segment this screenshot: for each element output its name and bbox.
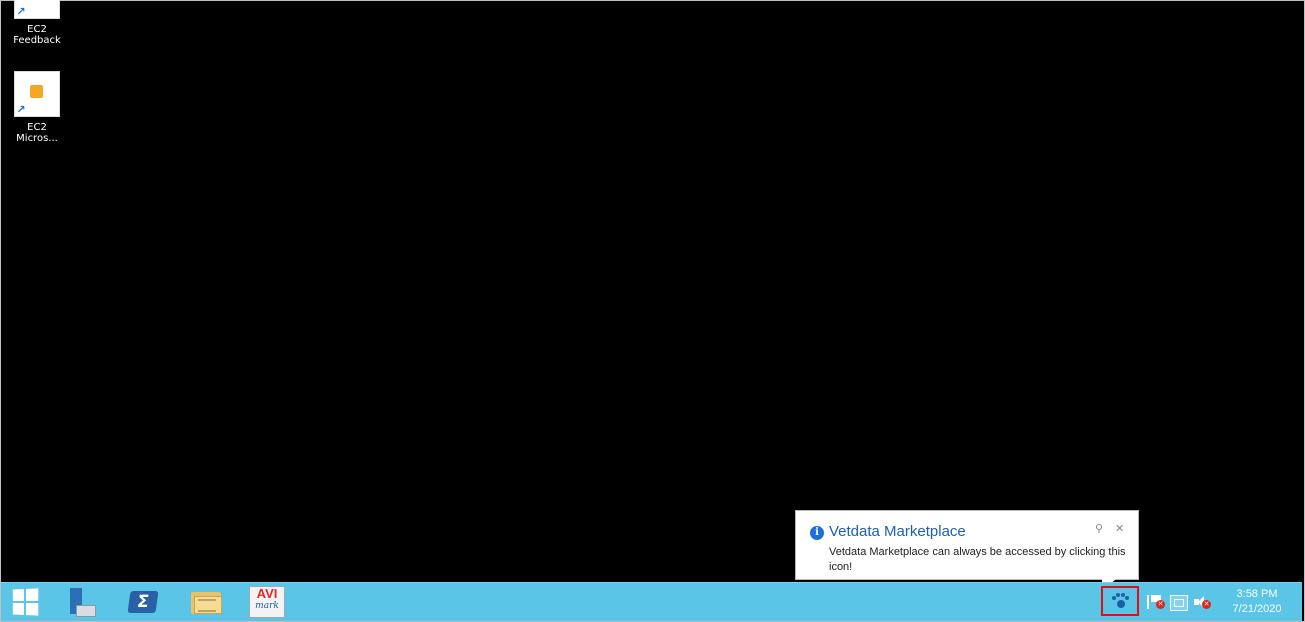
avimark-icon: AVI mark [249,586,285,618]
network-icon[interactable] [1170,595,1188,611]
clock-date: 7/21/2020 [1232,603,1282,615]
shortcut-arrow-icon: ↗ [16,103,26,116]
powershell-button[interactable]: Σ [121,587,165,617]
action-center-flag-icon[interactable]: ✕ [1147,595,1165,609]
powershell-icon: Σ [127,591,159,613]
cube-icon [30,85,43,98]
file-explorer-button[interactable] [184,587,228,617]
notification-balloon[interactable]: i Vetdata Marketplace ⚲ ✕ Vetdata Market… [795,510,1139,591]
desktop-icon-ec2-microsoft[interactable]: ↗ EC2 Micros... [7,71,67,144]
start-button[interactable] [3,587,47,617]
system-clock[interactable]: 3:58 PM 7/21/2020 [1222,587,1292,617]
notification-close-icon[interactable]: ✕ [1115,522,1124,535]
ec2-feedback-tile: ↗ [14,0,60,19]
notification-options-icon[interactable]: ⚲ [1095,522,1103,535]
server-manager-button[interactable] [59,587,103,617]
clock-time: 3:58 PM [1236,588,1278,600]
vetdata-tray-button[interactable] [1101,586,1139,616]
windows-start-icon [12,588,39,616]
ec2-microsoft-tile: ↗ [14,71,60,117]
desktop-icon-ec2-feedback[interactable]: ↗ EC2 Feedback [7,0,67,46]
vetdata-paw-icon [1111,593,1129,609]
volume-muted-icon[interactable]: ✕ [1194,595,1211,609]
notification-title: Vetdata Marketplace [829,523,966,540]
notification-body: Vetdata Marketplace can always be access… [829,546,1126,573]
server-manager-icon [68,588,96,617]
desktop-icon-label: EC2 Micros... [16,122,58,144]
avimark-button[interactable]: AVI mark [245,586,289,618]
info-icon: i [810,526,824,540]
desktop-icon-label: EC2 Feedback [13,24,61,46]
shortcut-arrow-icon: ↗ [16,5,26,18]
file-explorer-icon [191,590,222,614]
